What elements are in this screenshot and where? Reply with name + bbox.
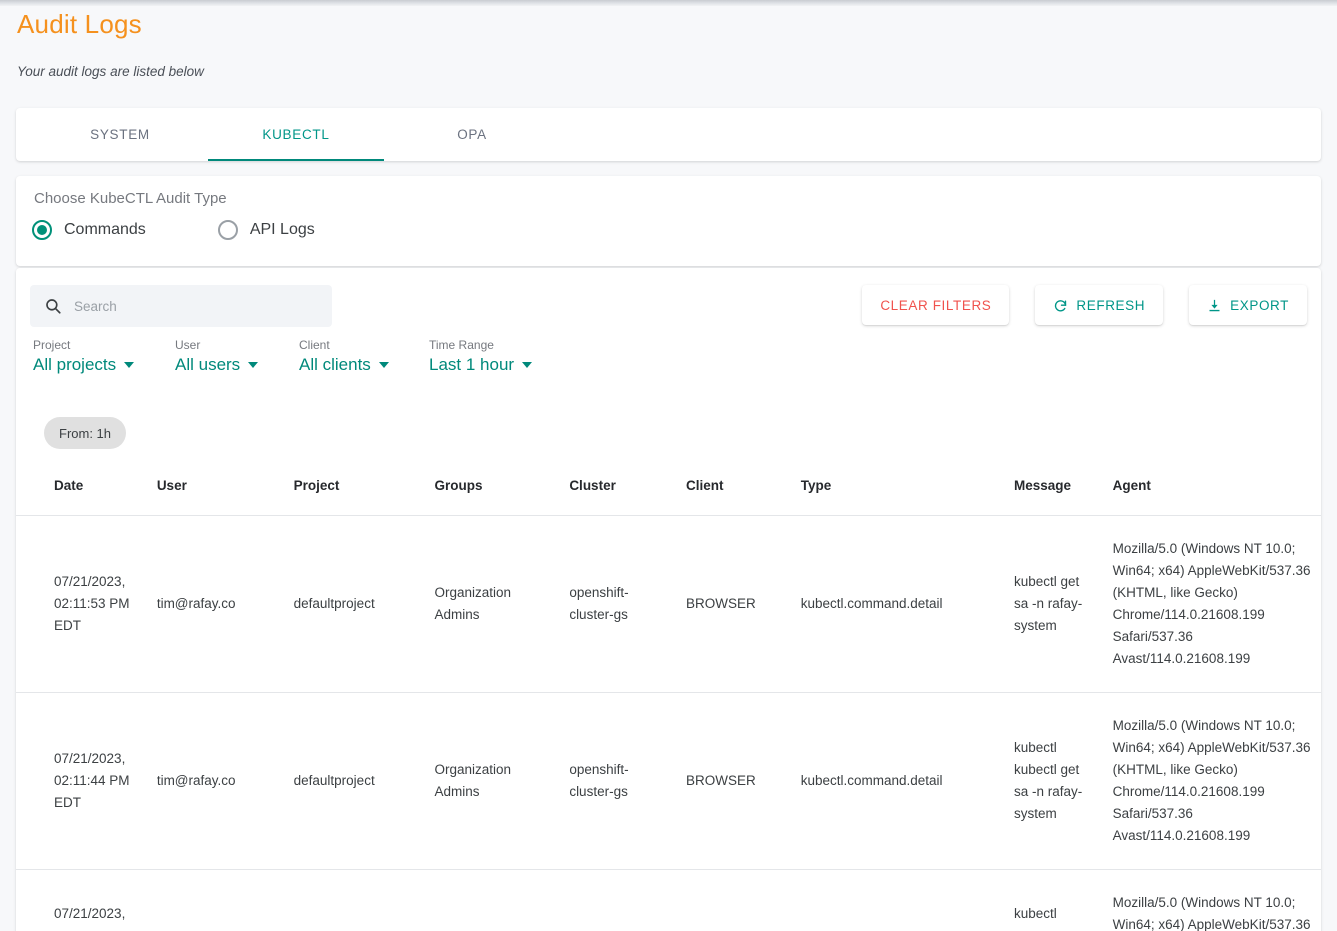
clear-filters-button[interactable]: CLEAR FILTERS <box>862 285 1010 325</box>
cell-user: tim@rafay.co <box>148 515 286 693</box>
cell-message: kubectl get sa -n rafay-system <box>1006 515 1105 693</box>
cell-type: kubectl.command.detail <box>792 515 1007 693</box>
export-button[interactable]: EXPORT <box>1189 285 1307 325</box>
search-icon <box>44 297 62 315</box>
cell-cluster: openshift-cluster-gs <box>561 515 679 693</box>
chevron-down-icon <box>522 362 533 368</box>
filter-user-text: All users <box>175 355 241 374</box>
filter-client[interactable]: Client All clients <box>299 338 429 375</box>
cell-groups: Organization Admins <box>426 515 562 693</box>
cell-client: BROWSER <box>678 692 793 870</box>
audit-logs-table: Date User Project Groups Cluster Client … <box>16 468 1321 931</box>
filter-user-label: User <box>175 338 201 352</box>
audit-type-label: Choose KubeCTL Audit Type <box>34 190 227 207</box>
toolbar-actions: CLEAR FILTERS REFRESH EXPORT <box>862 285 1307 325</box>
chevron-down-icon <box>124 362 135 368</box>
cell-agent: Mozilla/5.0 (Windows NT 10.0; Win64; x64… <box>1104 515 1321 693</box>
audit-logs-table-wrapper: Date User Project Groups Cluster Client … <box>16 468 1321 931</box>
tab-kubectl[interactable]: KUBECTL <box>208 108 384 161</box>
filter-time-range-value[interactable]: Last 1 hour <box>429 355 533 375</box>
tab-bar: SYSTEM KUBECTL OPA <box>16 108 1321 161</box>
cell-agent: Mozilla/5.0 (Windows NT 10.0; Win64; x64… <box>1104 692 1321 870</box>
column-header-client: Client <box>678 468 793 516</box>
cell-date: 07/21/2023, 02:11:53 PM EDT <box>16 515 149 693</box>
table-row[interactable]: 07/21/2023, 02:11:44 PM EDT tim@rafay.co… <box>16 692 1321 870</box>
cell-type: kubectl.command.detail <box>792 692 1007 870</box>
cell-cluster <box>561 869 679 931</box>
tab-system[interactable]: SYSTEM <box>32 108 208 161</box>
cell-cluster: openshift-cluster-gs <box>561 692 679 870</box>
cell-date: 07/21/2023, <box>16 869 149 931</box>
filter-chip-from[interactable]: From: 1h <box>44 417 127 449</box>
cell-client: BROWSER <box>678 515 793 693</box>
cell-message: kubectl <box>1006 869 1105 931</box>
refresh-icon <box>1053 298 1068 313</box>
column-header-agent: Agent <box>1104 468 1321 516</box>
filter-project-text: All projects <box>33 355 117 374</box>
radio-api-logs-label: API Logs <box>249 221 315 238</box>
audit-logs-page: Audit Logs Your audit logs are listed be… <box>0 0 1337 931</box>
filter-user[interactable]: User All users <box>175 338 299 375</box>
cell-groups <box>426 869 562 931</box>
search-box[interactable] <box>30 285 332 327</box>
cell-project <box>285 869 427 931</box>
audit-type-card: Choose KubeCTL Audit Type Commands API L… <box>16 176 1321 266</box>
top-header-shadow <box>0 0 1337 6</box>
column-header-project: Project <box>285 468 427 516</box>
filter-time-range-text: Last 1 hour <box>429 355 515 374</box>
cell-client <box>678 869 793 931</box>
table-header-row: Date User Project Groups Cluster Client … <box>16 468 1321 516</box>
filter-user-value[interactable]: All users <box>175 355 299 375</box>
refresh-label: REFRESH <box>1076 297 1146 313</box>
column-header-type: Type <box>792 468 1007 516</box>
page-title: Audit Logs <box>17 9 142 39</box>
filter-project-label: Project <box>33 338 71 352</box>
radio-commands[interactable]: Commands <box>32 220 146 240</box>
chevron-down-icon <box>248 362 259 368</box>
filters-row: Project All projects User All users Clie… <box>33 338 533 375</box>
filter-time-range[interactable]: Time Range Last 1 hour <box>429 338 533 375</box>
filter-project-value[interactable]: All projects <box>33 355 175 375</box>
filter-client-text: All clients <box>299 355 371 374</box>
table-row[interactable]: 07/21/2023, kubectl Mozilla/5.0 (Windows… <box>16 869 1321 931</box>
column-header-cluster: Cluster <box>561 468 679 516</box>
audit-logs-panel: CLEAR FILTERS REFRESH EXPORT <box>16 268 1321 931</box>
cell-message: kubectl kubectl get sa -n rafay-system <box>1006 692 1105 870</box>
tab-opa[interactable]: OPA <box>384 108 560 161</box>
page-subtitle: Your audit logs are listed below <box>17 64 204 79</box>
filter-project[interactable]: Project All projects <box>33 338 175 375</box>
table-head: Date User Project Groups Cluster Client … <box>16 468 1321 516</box>
column-header-date: Date <box>16 468 149 516</box>
download-icon <box>1207 298 1222 313</box>
cell-type <box>792 869 1007 931</box>
column-header-user: User <box>148 468 286 516</box>
table-row[interactable]: 07/21/2023, 02:11:53 PM EDT tim@rafay.co… <box>16 515 1321 693</box>
refresh-button[interactable]: REFRESH <box>1035 285 1164 325</box>
cell-project: defaultproject <box>285 515 427 693</box>
radio-commands-label: Commands <box>64 221 146 238</box>
radio-api-logs[interactable]: API Logs <box>217 220 315 240</box>
cell-project: defaultproject <box>285 692 427 870</box>
search-input[interactable] <box>72 297 302 315</box>
export-label: EXPORT <box>1230 297 1289 313</box>
radio-selected-icon <box>32 220 52 240</box>
cell-groups: Organization Admins <box>426 692 562 870</box>
table-body: 07/21/2023, 02:11:53 PM EDT tim@rafay.co… <box>16 515 1321 931</box>
tabs-card: SYSTEM KUBECTL OPA <box>16 108 1321 161</box>
radio-unselected-icon <box>217 220 238 240</box>
filter-client-label: Client <box>299 338 330 352</box>
cell-user <box>148 869 286 931</box>
column-header-groups: Groups <box>426 468 562 516</box>
cell-date: 07/21/2023, 02:11:44 PM EDT <box>16 692 149 870</box>
filter-client-value[interactable]: All clients <box>299 355 429 375</box>
cell-user: tim@rafay.co <box>148 692 286 870</box>
chevron-down-icon <box>378 362 389 368</box>
column-header-message: Message <box>1006 468 1105 516</box>
cell-agent: Mozilla/5.0 (Windows NT 10.0; Win64; x64… <box>1104 869 1321 931</box>
filter-time-range-label: Time Range <box>429 338 494 352</box>
audit-type-radio-group: Commands API Logs <box>32 220 315 240</box>
